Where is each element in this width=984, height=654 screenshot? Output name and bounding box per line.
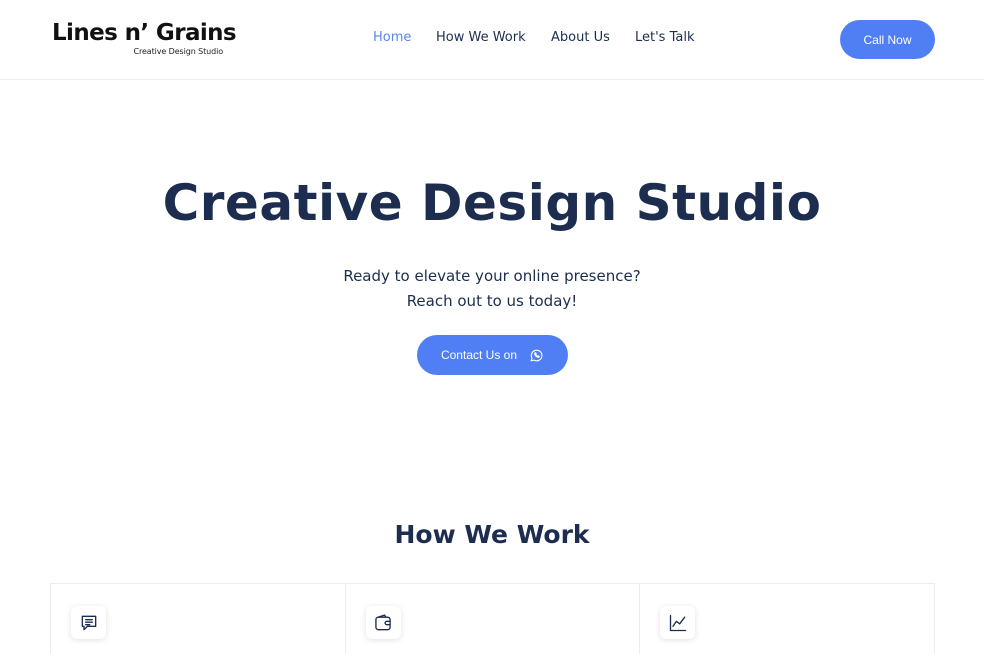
nav-item-about-us[interactable]: About Us: [551, 30, 610, 45]
contact-button-label: Contact Us on: [440, 348, 518, 362]
hero-subtitle-line-1: Ready to elevate your online presence?: [343, 267, 641, 285]
card-icon-badge: [365, 606, 401, 639]
site-header: Lines n’ Grains Creative Design Studio H…: [0, 0, 984, 80]
wallet-icon: [375, 613, 391, 630]
chart-line-icon: [669, 614, 687, 631]
card-icon-badge: [71, 606, 106, 639]
hero-title: Creative Design Studio: [162, 174, 822, 232]
process-card: [51, 584, 346, 654]
card-icon-badge: [660, 606, 696, 639]
chat-icon: [81, 615, 96, 630]
process-card: [346, 584, 641, 654]
hero-subtitle-line-2: Reach out to us today!: [406, 292, 578, 310]
how-we-work-title: How We Work: [394, 520, 590, 549]
nav-item-lets-talk[interactable]: Let's Talk: [635, 30, 694, 45]
call-now-button[interactable]: Call Now: [840, 20, 935, 59]
whatsapp-icon: [530, 349, 543, 361]
how-we-work-cards: [50, 583, 935, 654]
nav-item-home[interactable]: Home: [373, 30, 411, 45]
contact-whatsapp-button[interactable]: Contact Us on: [417, 335, 568, 375]
nav-item-how-we-work[interactable]: How We Work: [436, 30, 526, 45]
main-nav: Home How We Work About Us Let's Talk: [0, 30, 984, 50]
process-card: [640, 584, 934, 654]
